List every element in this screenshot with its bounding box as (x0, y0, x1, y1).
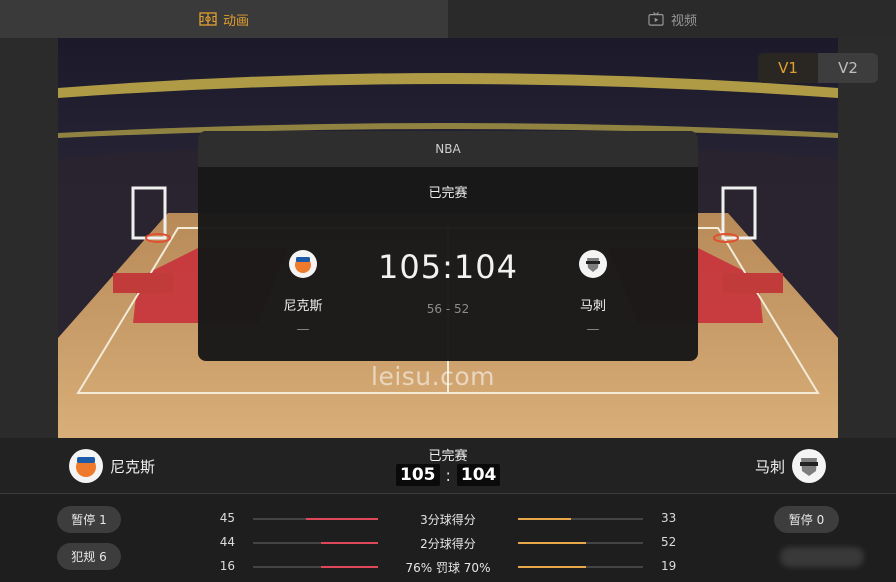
stat-away-value: 19 (661, 559, 677, 573)
score-card: NBA 已完赛 尼克斯 — 105:104 56 - 52 马刺 — (198, 131, 698, 361)
stat-away-bar (518, 566, 643, 568)
stat-home-bar (253, 542, 378, 544)
header-away-score: 104 (456, 464, 501, 486)
header-away-name: 马刺 (755, 457, 786, 476)
stat-home-bar-fill (320, 566, 378, 568)
header-away-team[interactable]: 马刺 (755, 448, 827, 484)
version-toggle: V1 V2 (758, 53, 878, 83)
stat-home-value: 44 (219, 535, 235, 549)
stats-panel: 暂停 1 犯规 6 暂停 0 45 3分球得分 33 44 2分球得分 52 16 76% 罚… (0, 495, 896, 582)
stat-row: 16 76% 罚球 70% 19 (0, 559, 896, 575)
spurs-logo-icon (579, 250, 607, 278)
stat-home-value: 45 (219, 511, 235, 525)
stat-away-bar-fill (518, 518, 571, 520)
stat-label: 3分球得分 (420, 513, 476, 527)
stat-away-bar (518, 518, 643, 520)
stat-home-bar-fill (320, 542, 378, 544)
away-team-rank: — (586, 322, 600, 337)
stage-margin-right (838, 38, 896, 438)
league-name: NBA (435, 142, 461, 156)
stat-label: 2分球得分 (420, 537, 476, 551)
home-team-rank: — (296, 322, 310, 337)
match-header-bar: 尼克斯 已完赛 105 : 104 马刺 (0, 438, 896, 494)
stat-away-bar-fill (518, 566, 586, 568)
away-team[interactable]: 马刺 — (553, 249, 633, 337)
version-v2-button[interactable]: V2 (818, 53, 878, 83)
tab-animation[interactable]: 动画 (0, 0, 448, 38)
stat-label: 76% 罚球 70% (405, 561, 491, 575)
stat-home-bar-fill (305, 518, 378, 520)
stat-home-value: 16 (219, 559, 235, 573)
stat-row: 45 3分球得分 33 (0, 511, 896, 527)
away-team-name: 马刺 (579, 299, 606, 314)
match-status: 已完赛 (428, 186, 468, 201)
league-header: NBA (198, 131, 698, 167)
view-tabs: 动画 视频 (0, 0, 896, 38)
header-home-score: 105 (396, 464, 440, 486)
version-v1-button[interactable]: V1 (758, 53, 818, 83)
tab-video-label: 视频 (670, 13, 697, 29)
stat-row: 44 2分球得分 52 (0, 535, 896, 551)
score-separator: : (445, 465, 451, 485)
stat-away-bar-fill (518, 542, 586, 544)
header-score: 105 : 104 (396, 464, 501, 486)
stat-home-bar (253, 566, 378, 568)
stat-away-value: 52 (661, 535, 677, 549)
court-icon (199, 12, 217, 26)
watermark: leisu.com (371, 362, 495, 391)
tv-icon (648, 12, 664, 26)
tab-video[interactable]: 视频 (448, 0, 896, 38)
stage-margin-left (0, 38, 58, 438)
spurs-logo-icon (792, 449, 827, 483)
blurred-region (780, 547, 864, 567)
stat-home-bar (253, 518, 378, 520)
tab-animation-label: 动画 (222, 13, 249, 29)
stat-away-bar (518, 542, 643, 544)
live-match-app: 动画 视频 V1 V2 leisu.com NBA 已完赛 尼克斯 — 105:… (0, 0, 896, 582)
stat-away-value: 33 (661, 511, 677, 525)
